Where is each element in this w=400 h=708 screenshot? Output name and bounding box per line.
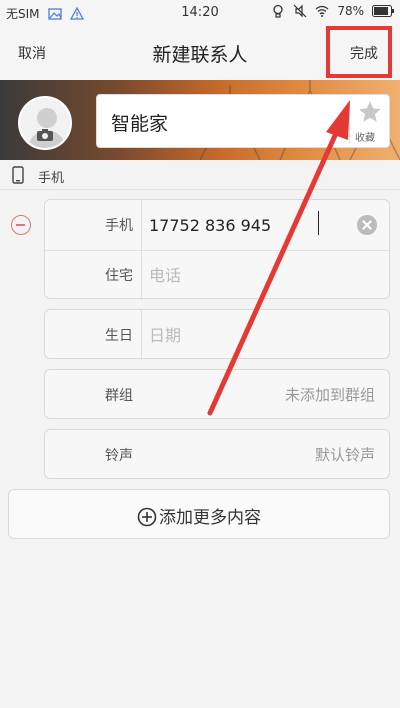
add-more-content: 添加更多内容 <box>9 503 389 528</box>
text-cursor <box>318 211 319 235</box>
home-phone-input[interactable] <box>149 260 349 290</box>
group-value: 未添加到群组 <box>284 386 375 404</box>
clear-icon[interactable] <box>357 215 377 235</box>
add-more-button[interactable]: 添加更多内容 <box>8 489 390 539</box>
divider <box>141 310 142 360</box>
ringtone-label: 铃声 <box>105 448 133 464</box>
phone-icon <box>12 166 24 184</box>
divider <box>141 200 142 250</box>
battery-text: 78% <box>337 4 364 18</box>
bulb-icon <box>273 4 283 18</box>
section-header: 手机 <box>0 160 400 190</box>
camera-icon[interactable] <box>36 128 54 142</box>
add-more-label: 添加更多内容 <box>159 508 261 528</box>
remove-phone-button[interactable] <box>11 215 31 235</box>
divider <box>141 250 142 300</box>
plus-circle-icon <box>137 507 157 527</box>
birthday-row: 生日 <box>45 310 389 360</box>
ringtone-value: 默认铃声 <box>314 446 375 464</box>
status-bar: 无SIM 14:20 78% <box>0 0 400 26</box>
home-row: 住宅 <box>45 250 389 300</box>
mobile-row: 手机 <box>45 200 389 250</box>
phone-group: 手机 住宅 <box>44 199 390 300</box>
section-label: 手机 <box>38 171 65 186</box>
divider <box>349 101 350 143</box>
group-label: 群组 <box>105 388 133 404</box>
name-value: 智能家 <box>111 113 169 135</box>
birthday-group: 生日 <box>44 309 390 360</box>
ringtone-inner: 铃声 默认铃声 <box>45 430 389 480</box>
name-field[interactable]: 智能家 收藏 <box>96 94 390 148</box>
favorite-label: 收藏 <box>355 133 375 144</box>
star-icon[interactable] <box>357 99 383 125</box>
home-label: 住宅 <box>105 268 133 284</box>
birthday-label: 生日 <box>105 328 133 344</box>
highlight-annotation <box>326 26 392 78</box>
contact-group-row[interactable]: 群组 未添加到群组 <box>44 369 390 419</box>
birthday-input[interactable] <box>149 320 349 350</box>
mobile-label: 手机 <box>105 218 133 234</box>
battery-icon <box>372 5 394 17</box>
ringtone-row[interactable]: 铃声 默认铃声 <box>44 429 390 479</box>
status-right: 78% <box>271 4 394 18</box>
mute-icon <box>293 4 307 18</box>
group-row: 群组 未添加到群组 <box>45 370 389 420</box>
mobile-input[interactable] <box>149 210 349 240</box>
wifi-icon <box>315 5 329 17</box>
